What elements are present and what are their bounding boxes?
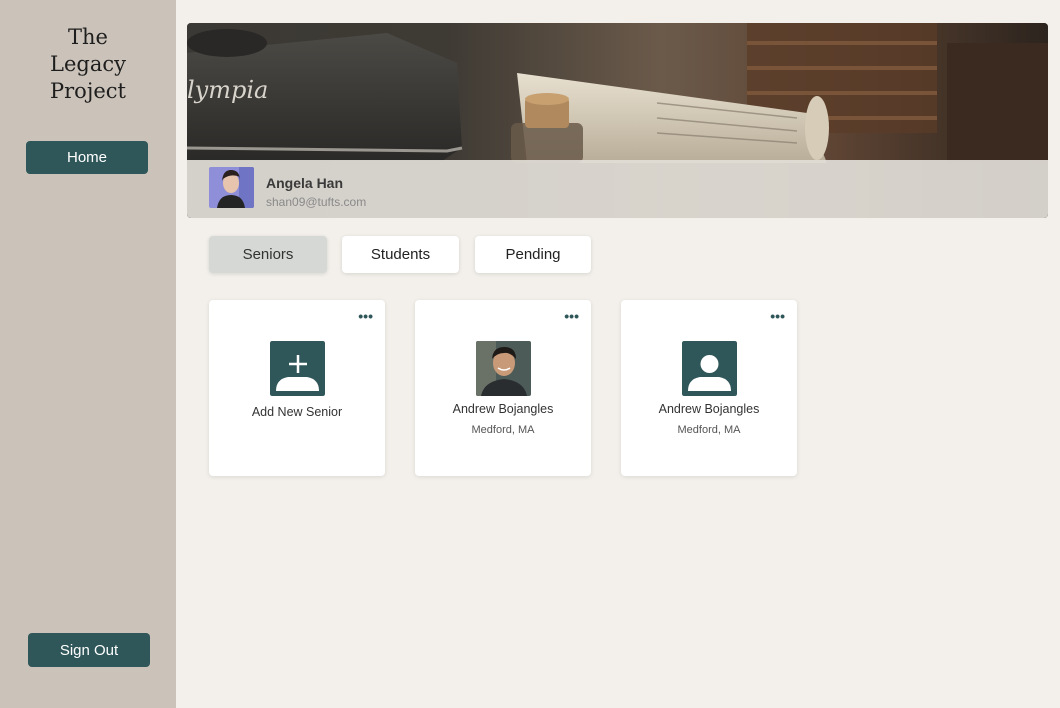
tab-pending[interactable]: Pending bbox=[475, 236, 591, 273]
app-title-line1: The Legacy bbox=[50, 25, 126, 76]
more-options-icon[interactable]: ••• bbox=[564, 309, 579, 323]
add-person-icon bbox=[270, 341, 325, 396]
app-title-line2: Project bbox=[50, 79, 126, 103]
senior-photo bbox=[476, 341, 531, 396]
more-options-icon[interactable]: ••• bbox=[358, 309, 373, 323]
card-location: Medford, MA bbox=[471, 424, 535, 436]
card-location: Medford, MA bbox=[677, 424, 741, 436]
sign-out-button[interactable]: Sign Out bbox=[28, 633, 150, 667]
profile-banner: lympia Angela Han shan09@tufts.com bbox=[187, 23, 1048, 218]
card-title: Add New Senior bbox=[251, 405, 343, 419]
senior-card[interactable]: ••• Andrew Bojangles Medford, MA bbox=[415, 300, 591, 476]
app-logo: The Legacy Project bbox=[0, 24, 176, 105]
person-placeholder-icon bbox=[682, 341, 737, 396]
more-options-icon[interactable]: ••• bbox=[770, 309, 785, 323]
typewriter-brand: lympia bbox=[187, 76, 268, 104]
senior-card[interactable]: ••• Andrew Bojangles Medford, MA bbox=[621, 300, 797, 476]
tab-seniors[interactable]: Seniors bbox=[209, 236, 327, 273]
profile-strip: Angela Han shan09@tufts.com bbox=[187, 160, 1048, 218]
user-avatar[interactable] bbox=[209, 167, 254, 208]
user-email: shan09@tufts.com bbox=[266, 195, 367, 209]
tab-students[interactable]: Students bbox=[342, 236, 459, 273]
home-button[interactable]: Home bbox=[26, 141, 148, 174]
add-senior-card[interactable]: ••• Add New Senior bbox=[209, 300, 385, 476]
user-name: Angela Han bbox=[266, 175, 344, 191]
card-title: Andrew Bojangles bbox=[452, 402, 554, 416]
sidebar: The Legacy Project Home Sign Out bbox=[0, 0, 176, 708]
card-title: Andrew Bojangles bbox=[658, 402, 760, 416]
